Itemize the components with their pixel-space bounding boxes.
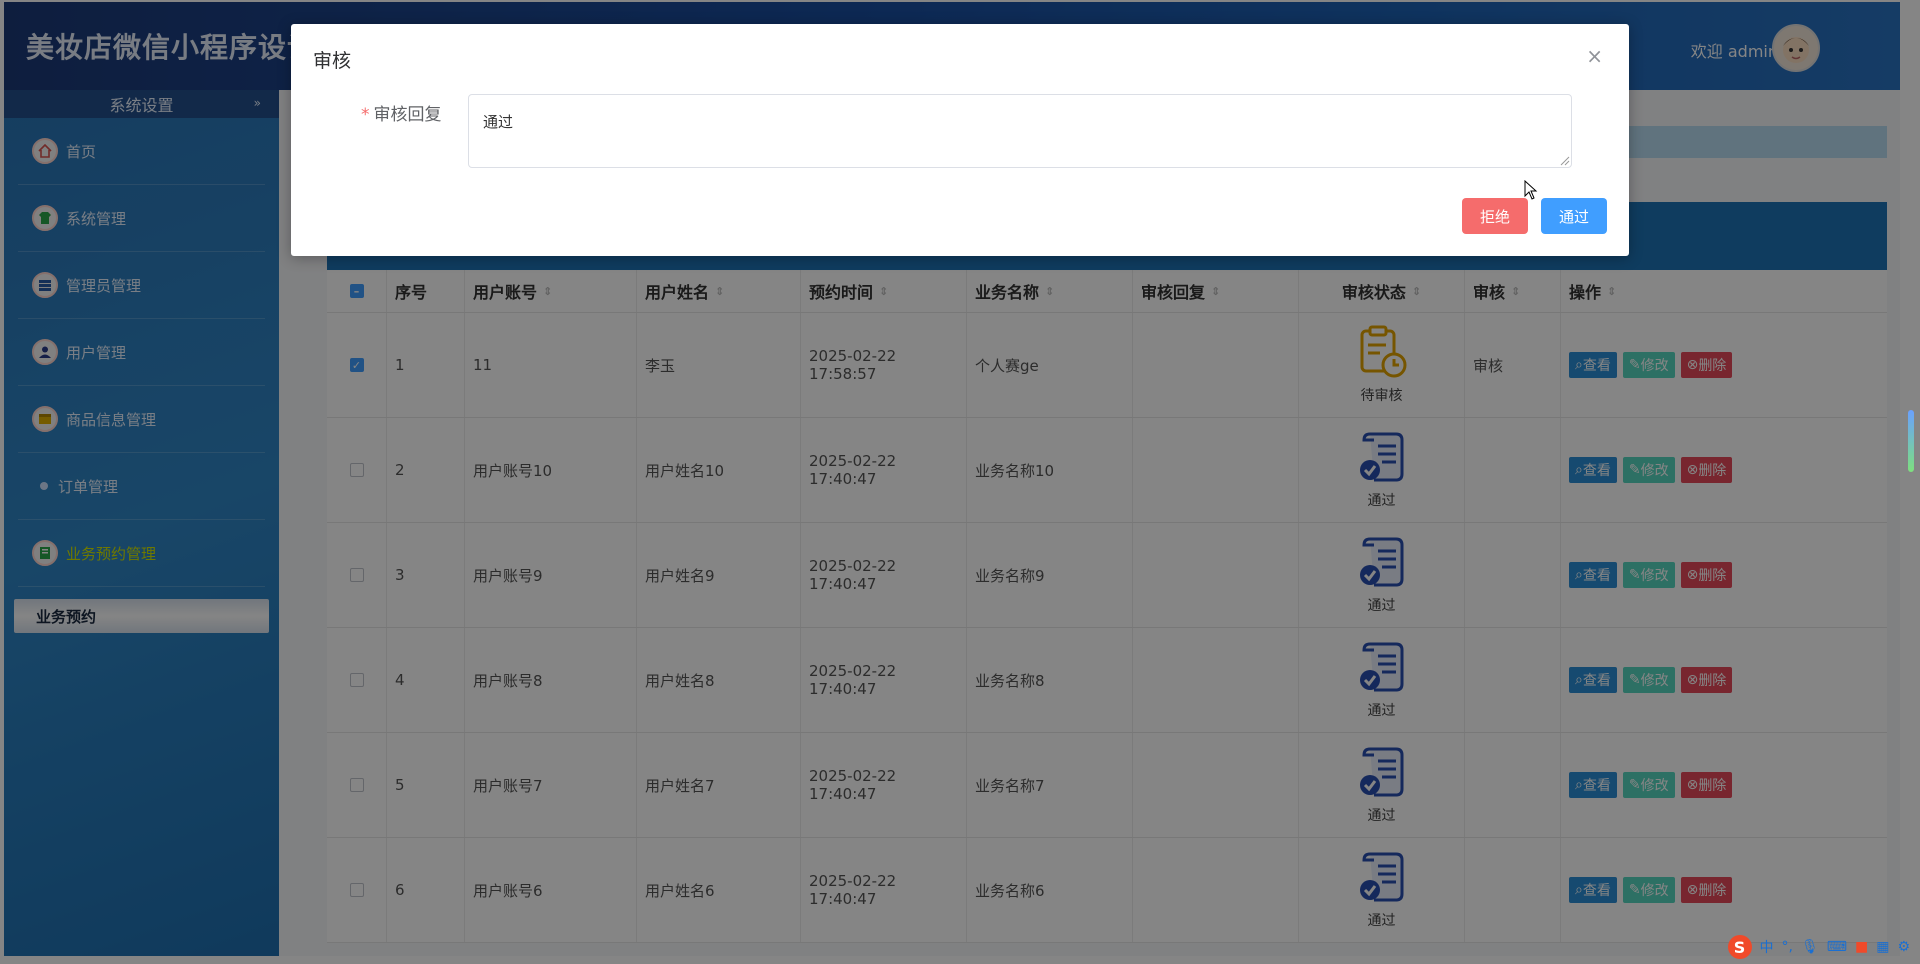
- settings-icon[interactable]: ⚙: [1897, 939, 1910, 955]
- dialog-title: 审核: [313, 50, 352, 72]
- grid-icon[interactable]: ▦: [1876, 939, 1889, 955]
- reply-textarea[interactable]: 通过: [468, 94, 1572, 168]
- resize-handle-icon[interactable]: [1560, 156, 1570, 166]
- mouse-cursor-icon: [1524, 180, 1538, 200]
- sogou-logo-icon[interactable]: S: [1727, 935, 1752, 959]
- scroll-indicator[interactable]: [1908, 410, 1914, 472]
- audit-dialog: 审核 × * 审核回复 通过 拒绝 通过: [291, 24, 1629, 256]
- approve-button[interactable]: 通过: [1541, 198, 1607, 234]
- ime-mode[interactable]: 中: [1760, 937, 1774, 957]
- reject-button[interactable]: 拒绝: [1462, 198, 1528, 234]
- keyboard-icon[interactable]: ⌨: [1827, 939, 1847, 955]
- close-icon[interactable]: ×: [1586, 44, 1603, 68]
- reply-label: * 审核回复: [361, 105, 442, 125]
- skin-icon[interactable]: ■: [1855, 939, 1868, 955]
- ime-tray: S 中 °, 🎙 ⌨ ■ ▦ ⚙: [1727, 934, 1910, 960]
- punctuation-icon[interactable]: °,: [1782, 939, 1793, 955]
- microphone-icon[interactable]: 🎙: [1801, 939, 1819, 955]
